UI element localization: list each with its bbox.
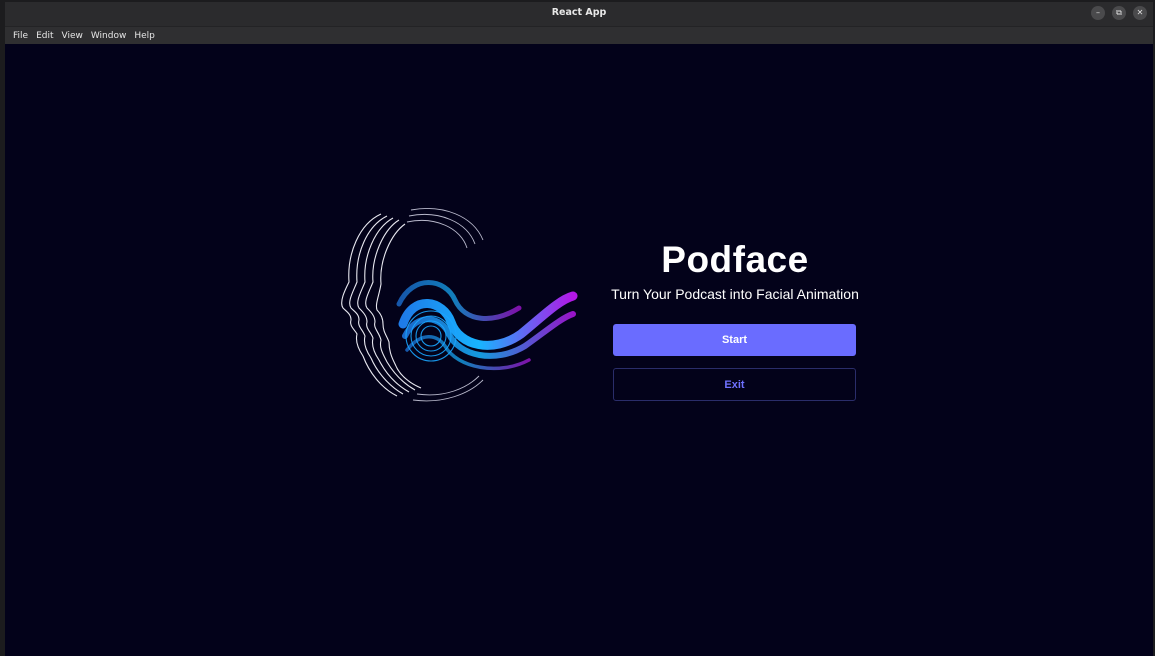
menu-bar: File Edit View Window Help <box>5 27 1153 44</box>
menu-edit[interactable]: Edit <box>32 31 57 41</box>
minimize-button[interactable]: – <box>1091 6 1105 20</box>
menu-view[interactable]: View <box>58 31 87 41</box>
menu-help[interactable]: Help <box>130 31 159 41</box>
app-tagline: Turn Your Podcast into Facial Animation <box>611 286 859 302</box>
app-window: React App – ⧉ ✕ File Edit View Window He… <box>5 2 1153 656</box>
start-button[interactable]: Start <box>613 324 856 356</box>
close-button[interactable]: ✕ <box>1133 6 1147 20</box>
window-controls: – ⧉ ✕ <box>1091 6 1147 20</box>
exit-button[interactable]: Exit <box>613 368 856 401</box>
face-soundwave-logo-icon <box>341 208 578 402</box>
restore-button[interactable]: ⧉ <box>1112 6 1126 20</box>
main-content: Podface Turn Your Podcast into Facial An… <box>5 44 1153 656</box>
window-title: React App <box>551 7 607 18</box>
title-bar[interactable]: React App – ⧉ ✕ <box>5 2 1153 27</box>
menu-file[interactable]: File <box>9 31 32 41</box>
menu-window[interactable]: Window <box>87 31 131 41</box>
app-title: Podface <box>661 239 809 280</box>
